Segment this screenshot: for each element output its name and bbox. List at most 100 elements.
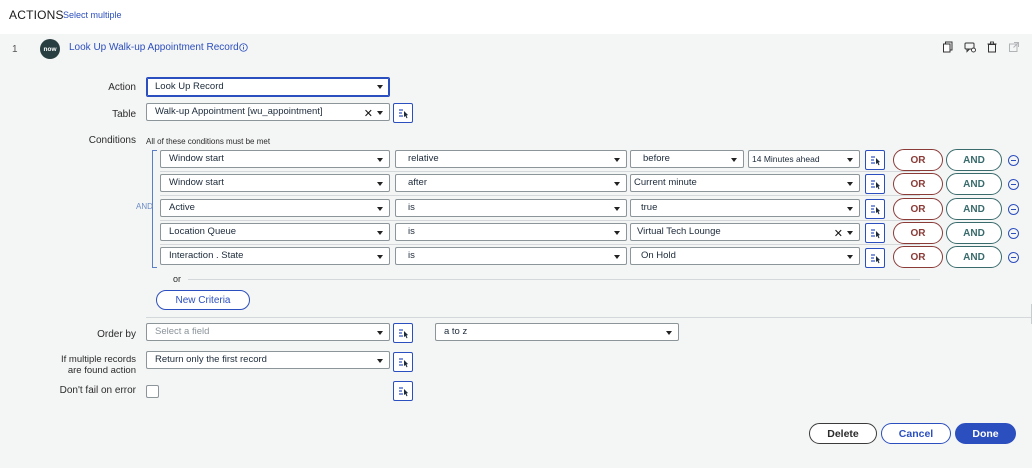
- or-button[interactable]: OR: [893, 173, 943, 195]
- comment-icon[interactable]: [964, 41, 976, 53]
- condition-field-select[interactable]: Interaction . State: [160, 247, 390, 265]
- pill-picker-icon: [870, 253, 880, 263]
- or-button[interactable]: OR: [893, 149, 943, 171]
- chevron-down-icon: [377, 182, 383, 186]
- data-pill-picker-button[interactable]: [393, 381, 413, 401]
- delete-button[interactable]: Delete: [809, 423, 877, 444]
- chevron-down-icon: [377, 85, 383, 89]
- cancel-button[interactable]: Cancel: [881, 423, 951, 444]
- or-connector-label: or: [173, 274, 182, 284]
- pill-picker-icon: [870, 155, 880, 165]
- clear-icon[interactable]: ✕: [834, 226, 843, 242]
- row-divider: [160, 195, 920, 196]
- dont-fail-checkbox[interactable]: [146, 385, 159, 398]
- remove-condition-icon[interactable]: [1008, 179, 1019, 190]
- select-multiple-link[interactable]: Select multiple: [63, 10, 122, 20]
- condition-field-select[interactable]: Window start: [160, 150, 390, 168]
- or-divider: [188, 279, 920, 280]
- and-button[interactable]: AND: [946, 222, 1002, 244]
- data-pill-picker-button[interactable]: [865, 150, 885, 170]
- table-value: Walk-up Appointment [wu_appointment]: [155, 106, 323, 117]
- done-button[interactable]: Done: [955, 423, 1016, 444]
- condition-field-select[interactable]: Location Queue: [160, 223, 390, 241]
- condition-operator-select[interactable]: is: [395, 199, 627, 217]
- and-button[interactable]: AND: [946, 246, 1002, 268]
- condition-duration-select[interactable]: 14 Minutes ahead: [748, 150, 860, 168]
- data-pill-picker-button[interactable]: [865, 174, 885, 194]
- step-title[interactable]: Look Up Walk-up Appointment Record: [69, 42, 239, 53]
- pill-picker-icon: [398, 108, 408, 118]
- clear-icon[interactable]: ✕: [364, 106, 373, 122]
- action-step-card: 1 now Look Up Walk-up Appointment Record…: [0, 34, 1032, 468]
- data-pill-picker-button[interactable]: [393, 352, 413, 372]
- info-icon[interactable]: [239, 43, 248, 52]
- or-button[interactable]: OR: [893, 246, 943, 268]
- chevron-down-icon: [614, 255, 620, 259]
- condition-operator-select[interactable]: after: [395, 174, 627, 192]
- pill-picker-icon: [870, 204, 880, 214]
- and-button[interactable]: AND: [946, 149, 1002, 171]
- chevron-down-icon: [731, 158, 737, 162]
- order-by-label: Order by: [97, 329, 136, 340]
- data-pill-picker-button[interactable]: [865, 223, 885, 243]
- chevron-down-icon: [847, 158, 853, 162]
- table-select[interactable]: Walk-up Appointment [wu_appointment] ✕: [146, 103, 390, 121]
- action-label: Action: [108, 82, 136, 93]
- chevron-down-icon: [847, 231, 853, 235]
- and-connector-label: AND: [136, 202, 153, 211]
- actions-header: ACTIONS Select multiple: [0, 0, 1032, 34]
- copy-icon[interactable]: [942, 41, 954, 53]
- condition-value-select[interactable]: before: [630, 150, 744, 168]
- and-button[interactable]: AND: [946, 198, 1002, 220]
- or-button[interactable]: OR: [893, 198, 943, 220]
- open-external-icon[interactable]: [1008, 41, 1020, 53]
- row-divider: [160, 220, 920, 221]
- order-direction-select[interactable]: a to z: [435, 323, 679, 341]
- condition-operator-select[interactable]: relative: [395, 150, 627, 168]
- remove-condition-icon[interactable]: [1008, 204, 1019, 215]
- data-pill-picker-button[interactable]: [865, 248, 885, 268]
- order-by-placeholder: Select a field: [155, 326, 210, 337]
- chevron-down-icon: [377, 331, 383, 335]
- chevron-down-icon: [377, 207, 383, 211]
- remove-condition-icon[interactable]: [1008, 155, 1019, 166]
- condition-value-select[interactable]: Virtual Tech Lounge ✕: [630, 223, 860, 241]
- delete-icon[interactable]: [986, 41, 998, 53]
- chevron-down-icon: [377, 158, 383, 162]
- multiple-records-value: Return only the first record: [155, 354, 267, 365]
- chevron-down-icon: [377, 359, 383, 363]
- actions-title: ACTIONS: [9, 8, 64, 22]
- chevron-down-icon: [847, 182, 853, 186]
- remove-condition-icon[interactable]: [1008, 228, 1019, 239]
- order-by-field-select[interactable]: Select a field: [146, 323, 390, 341]
- conditions-note: All of these conditions must be met: [146, 137, 271, 146]
- remove-condition-icon[interactable]: [1008, 252, 1019, 263]
- multiple-records-label: If multiple records are found action: [61, 354, 136, 376]
- data-pill-picker-button[interactable]: [393, 103, 413, 123]
- condition-value-select[interactable]: true: [630, 199, 860, 217]
- chevron-down-icon: [666, 331, 672, 335]
- condition-value-select[interactable]: Current minute: [630, 174, 860, 192]
- multiple-records-select[interactable]: Return only the first record: [146, 351, 390, 369]
- condition-field-select[interactable]: Window start: [160, 174, 390, 192]
- chevron-down-icon: [377, 255, 383, 259]
- action-select[interactable]: Look Up Record: [146, 77, 390, 97]
- condition-operator-select[interactable]: is: [395, 223, 627, 241]
- step-toolbar: [942, 41, 1020, 53]
- condition-field-select[interactable]: Active: [160, 199, 390, 217]
- condition-operator-select[interactable]: is: [395, 247, 627, 265]
- new-criteria-button[interactable]: New Criteria: [156, 290, 250, 310]
- chevron-down-icon: [614, 158, 620, 162]
- pill-picker-icon: [870, 228, 880, 238]
- or-button[interactable]: OR: [893, 222, 943, 244]
- row-divider: [160, 171, 920, 172]
- step-number: 1: [12, 44, 18, 55]
- and-button[interactable]: AND: [946, 173, 1002, 195]
- chevron-down-icon: [614, 231, 620, 235]
- data-pill-picker-button[interactable]: [865, 199, 885, 219]
- table-label: Table: [112, 109, 136, 120]
- conditions-label: Conditions: [88, 135, 136, 146]
- data-pill-picker-button[interactable]: [393, 323, 413, 343]
- pill-picker-icon: [870, 179, 880, 189]
- condition-value-select[interactable]: On Hold: [630, 247, 860, 265]
